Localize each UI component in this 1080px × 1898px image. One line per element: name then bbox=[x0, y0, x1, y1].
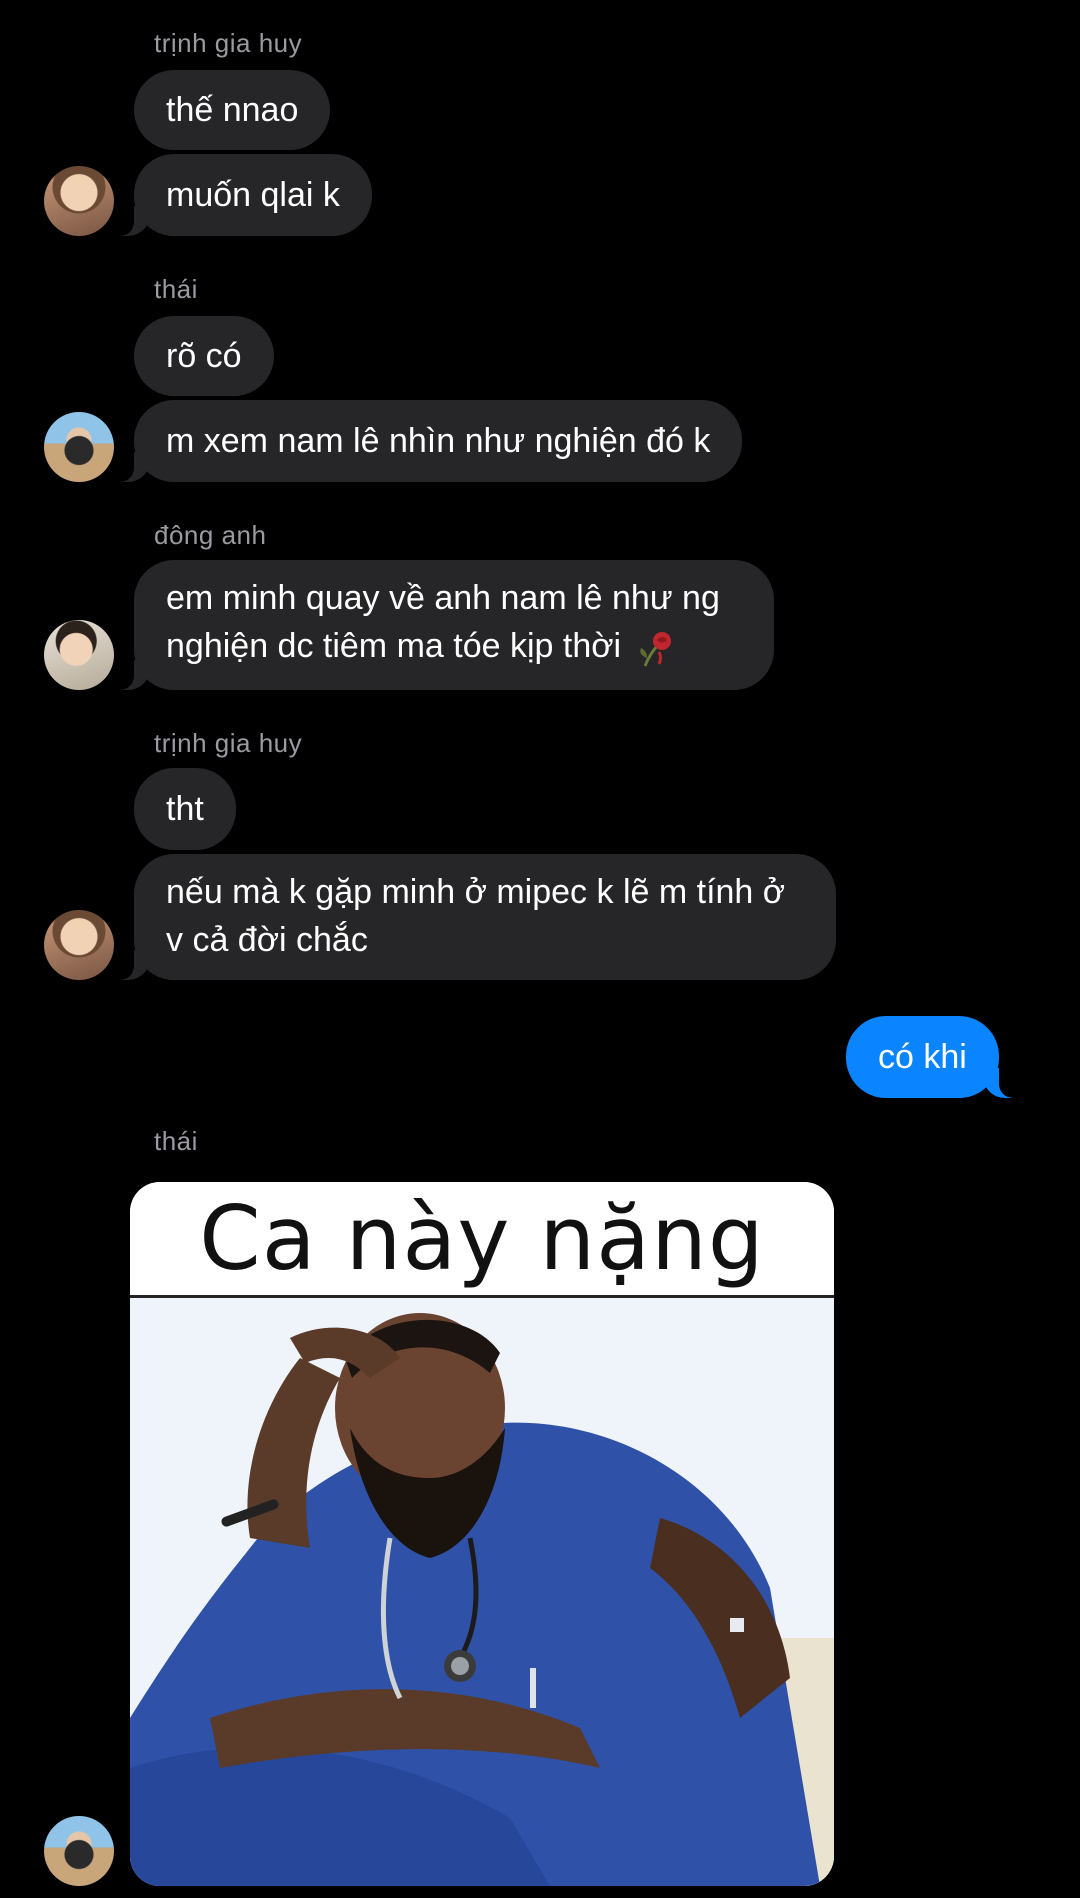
message-bubble[interactable]: thế nnao bbox=[134, 70, 331, 150]
message-text: nếu mà k gặp minh ở mipec k lẽ m tính ở … bbox=[166, 873, 786, 959]
outgoing-message-bubble[interactable]: có khi bbox=[846, 1016, 1025, 1098]
image-message[interactable]: Ca này nặng bbox=[130, 1182, 834, 1886]
avatar[interactable] bbox=[44, 1816, 114, 1886]
message-bubble[interactable]: muốn qlai k bbox=[108, 154, 372, 236]
message-text: thế nnao bbox=[166, 91, 299, 129]
sender-name: thái bbox=[154, 274, 198, 304]
avatar[interactable] bbox=[44, 910, 114, 980]
message-bubble[interactable]: m xem nam lê nhìn như nghiện đó k bbox=[107, 400, 743, 482]
message-text: tht bbox=[166, 790, 204, 828]
sender-name: thái bbox=[154, 1126, 198, 1156]
message-bubble[interactable]: tht bbox=[134, 768, 236, 850]
message-text: m xem nam lê nhìn như nghiện đó k bbox=[166, 422, 711, 460]
doctor-photo bbox=[130, 1298, 834, 1886]
message-text: muốn qlai k bbox=[166, 176, 340, 214]
sender-name: trịnh gia huy bbox=[154, 728, 303, 758]
sender-name: đông anh bbox=[154, 520, 267, 550]
avatar[interactable] bbox=[44, 620, 114, 690]
message-bubble[interactable]: em minh quay về anh nam lê như ng nghiện… bbox=[108, 560, 774, 690]
avatar[interactable] bbox=[44, 412, 114, 482]
image-caption: Ca này nặng bbox=[130, 1182, 834, 1296]
wilted-rose-icon bbox=[635, 628, 675, 668]
message-bubble[interactable]: rõ có bbox=[134, 316, 274, 396]
sender-name: trịnh gia huy bbox=[154, 28, 303, 58]
message-text: rõ có bbox=[166, 337, 242, 375]
message-bubble[interactable]: nếu mà k gặp minh ở mipec k lẽ m tính ở … bbox=[108, 854, 836, 980]
message-text: có khi bbox=[878, 1038, 967, 1076]
avatar[interactable] bbox=[44, 166, 114, 236]
